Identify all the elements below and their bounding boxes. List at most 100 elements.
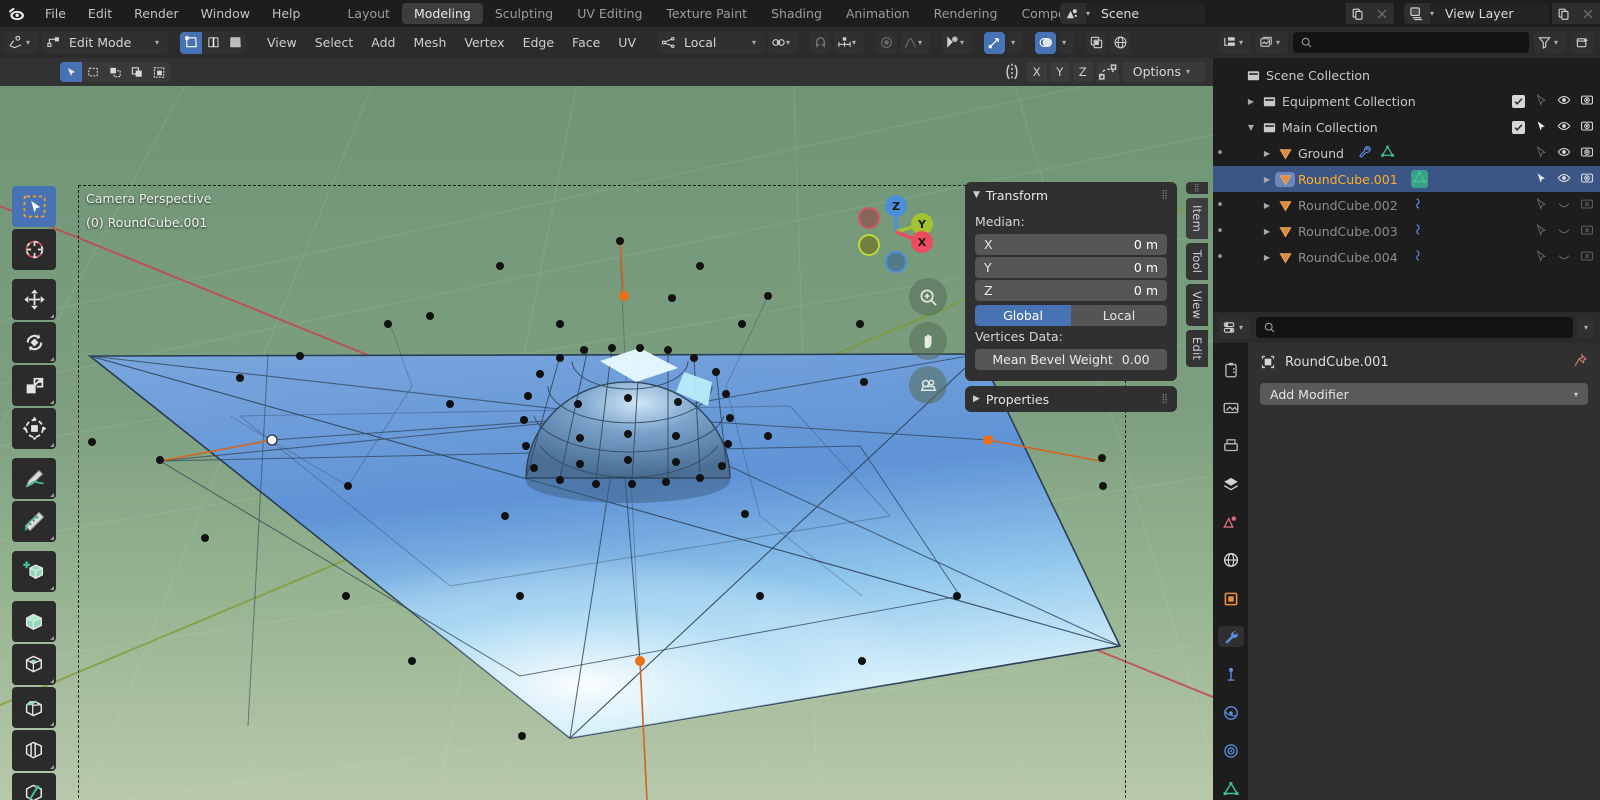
data-tab[interactable] bbox=[1218, 779, 1244, 800]
viewport-menu-vertex[interactable]: Vertex bbox=[455, 32, 513, 54]
n-panel-tab-view[interactable]: View bbox=[1186, 284, 1208, 327]
cursor-select-toggle[interactable] bbox=[1534, 93, 1548, 110]
gizmo-axis-x[interactable]: X bbox=[911, 231, 933, 253]
collection-checkbox[interactable] bbox=[1512, 120, 1525, 134]
outliner-row[interactable]: • ▶ RoundCube.004 bbox=[1213, 244, 1600, 270]
workspace-tab-uv-editing[interactable]: UV Editing bbox=[565, 3, 654, 24]
tool-extrude-region[interactable] bbox=[12, 601, 56, 642]
constraints-tab[interactable] bbox=[1218, 741, 1244, 762]
camera-toggle[interactable] bbox=[1580, 171, 1594, 188]
tool-inset-faces[interactable] bbox=[12, 644, 56, 685]
tool-move[interactable] bbox=[12, 279, 56, 320]
camera-toggle[interactable] bbox=[1580, 119, 1594, 136]
gizmo-toggle-button[interactable] bbox=[1086, 31, 1108, 54]
edge-select-mode-button[interactable] bbox=[202, 31, 225, 54]
tool-scale[interactable] bbox=[12, 365, 56, 406]
median-y-field[interactable]: Y 0 m bbox=[975, 257, 1167, 278]
menu-file[interactable]: File bbox=[34, 0, 77, 27]
menu-help[interactable]: Help bbox=[261, 0, 312, 27]
tool-bevel[interactable] bbox=[12, 687, 56, 728]
new-scene-button[interactable] bbox=[1345, 3, 1370, 24]
eye-toggle[interactable] bbox=[1557, 145, 1571, 162]
viewport-menu-edge[interactable]: Edge bbox=[514, 32, 563, 54]
cursor-select-toggle[interactable] bbox=[1534, 119, 1548, 136]
mean-bevel-weight-field[interactable]: Mean Bevel Weight 0.00 bbox=[975, 349, 1167, 370]
disclosure-triangle[interactable]: ▼ bbox=[1243, 123, 1259, 132]
new-view-layer-button[interactable] bbox=[1552, 3, 1576, 24]
outliner-item-name[interactable]: Ground bbox=[1295, 146, 1344, 161]
eye-toggle[interactable] bbox=[1557, 93, 1571, 110]
transform-orientation-selector[interactable]: Local ▾ bbox=[657, 31, 765, 54]
3d-viewport[interactable]: Camera Perspective (0) RoundCube.001 Z Y… bbox=[0, 86, 1213, 800]
n-panel-tab-tool[interactable]: Tool bbox=[1186, 242, 1208, 281]
navigation-gizmo[interactable]: Z Y X bbox=[850, 186, 942, 278]
workspace-tab-sculpting[interactable]: Sculpting bbox=[483, 3, 565, 24]
world-tab[interactable] bbox=[1218, 550, 1244, 571]
disclosure-triangle[interactable]: ▶ bbox=[1243, 97, 1259, 106]
panel-drag-grip[interactable]: ⣿ bbox=[1161, 394, 1169, 403]
collection-checkbox[interactable] bbox=[1512, 94, 1525, 108]
camera-toggle[interactable] bbox=[1580, 93, 1594, 110]
particles-tab[interactable] bbox=[1218, 664, 1244, 685]
tool-tweak[interactable] bbox=[12, 186, 56, 227]
outliner-row[interactable]: Scene Collection bbox=[1213, 62, 1600, 88]
outliner-filter-id-button[interactable]: ▾ bbox=[1256, 31, 1289, 54]
cursor-select-toggle[interactable] bbox=[1534, 145, 1548, 162]
properties-options-button[interactable]: ▾ bbox=[1577, 316, 1594, 339]
camera-toggle[interactable] bbox=[1580, 223, 1594, 240]
menu-edit[interactable]: Edit bbox=[77, 0, 123, 27]
modifier-tab[interactable] bbox=[1217, 626, 1244, 648]
eye-toggle[interactable] bbox=[1557, 119, 1571, 136]
select-subtract-icon[interactable] bbox=[126, 62, 148, 82]
outliner-item-name[interactable]: RoundCube.002 bbox=[1295, 198, 1398, 213]
tool-tab[interactable] bbox=[1218, 359, 1244, 380]
disclosure-triangle[interactable]: ▶ bbox=[1259, 149, 1275, 158]
outliner-row[interactable]: • ▶ RoundCube.003 bbox=[1213, 218, 1600, 244]
cursor-select-toggle[interactable] bbox=[1534, 223, 1548, 240]
face-select-mode-button[interactable] bbox=[224, 31, 247, 54]
global-space-button[interactable]: Global bbox=[975, 305, 1071, 326]
tool-transform[interactable] bbox=[12, 408, 56, 449]
disclosure-triangle[interactable]: ▶ bbox=[1259, 253, 1275, 262]
transform-panel-header[interactable]: ▼ Transform ⣿ bbox=[965, 182, 1177, 208]
object-tab[interactable] bbox=[1218, 588, 1244, 609]
snap-project-button[interactable] bbox=[1096, 62, 1119, 82]
workspace-tab-modeling[interactable]: Modeling bbox=[401, 3, 483, 24]
scene-name[interactable]: Scene bbox=[1095, 3, 1205, 24]
pin-icon[interactable] bbox=[1573, 353, 1588, 371]
disclosure-triangle[interactable]: ▶ bbox=[1259, 175, 1275, 184]
outliner-display-mode-button[interactable]: ▾ bbox=[1219, 31, 1252, 54]
mesh-data-small-icon[interactable] bbox=[1411, 196, 1426, 214]
outliner-item-name[interactable]: RoundCube.001 bbox=[1295, 172, 1398, 187]
mirror-axis-y[interactable]: Y bbox=[1049, 62, 1070, 82]
scene-tab[interactable] bbox=[1218, 512, 1244, 533]
mirror-axis-x[interactable]: X bbox=[1026, 62, 1047, 82]
physics-tab[interactable] bbox=[1218, 703, 1244, 724]
view-layer-name[interactable]: View Layer bbox=[1439, 3, 1549, 24]
disclosure-triangle[interactable]: ▶ bbox=[1259, 227, 1275, 236]
viewport-menu-mesh[interactable]: Mesh bbox=[404, 32, 455, 54]
mirror-axis-z[interactable]: Z bbox=[1072, 62, 1093, 82]
shading-mode-selector[interactable]: ▾ bbox=[1008, 31, 1024, 54]
zoom-icon[interactable] bbox=[909, 278, 947, 316]
n-panel-tab-edit[interactable]: Edit bbox=[1186, 330, 1208, 368]
camera-toggle[interactable] bbox=[1580, 249, 1594, 266]
pan-hand-icon[interactable] bbox=[909, 322, 947, 360]
overlays-dropdown[interactable]: ▾ bbox=[1059, 31, 1075, 54]
vertex-select-mode-button[interactable] bbox=[180, 31, 203, 54]
shading-rendered-button[interactable] bbox=[1110, 31, 1132, 54]
proportional-falloff-selector[interactable]: ▾ bbox=[900, 31, 931, 54]
outliner-row[interactable]: ▼ Main Collection bbox=[1213, 114, 1600, 140]
viewport-menu-select[interactable]: Select bbox=[306, 32, 363, 54]
select-difference-icon[interactable] bbox=[148, 62, 170, 82]
n-panel-tab-item[interactable]: Item bbox=[1186, 198, 1208, 239]
view-layer-selector[interactable]: ▾ View Layer bbox=[1403, 3, 1549, 24]
median-z-field[interactable]: Z 0 m bbox=[975, 280, 1167, 301]
scene-selector[interactable]: ▾ Scene bbox=[1059, 3, 1208, 24]
cursor-select-toggle[interactable] bbox=[1534, 171, 1548, 188]
tool-measure[interactable] bbox=[12, 501, 56, 542]
viewport-menu-face[interactable]: Face bbox=[563, 32, 609, 54]
menu-render[interactable]: Render bbox=[123, 0, 190, 27]
editor-type-button[interactable]: ▾ bbox=[4, 31, 40, 54]
outliner-item-name[interactable]: Equipment Collection bbox=[1279, 94, 1416, 109]
